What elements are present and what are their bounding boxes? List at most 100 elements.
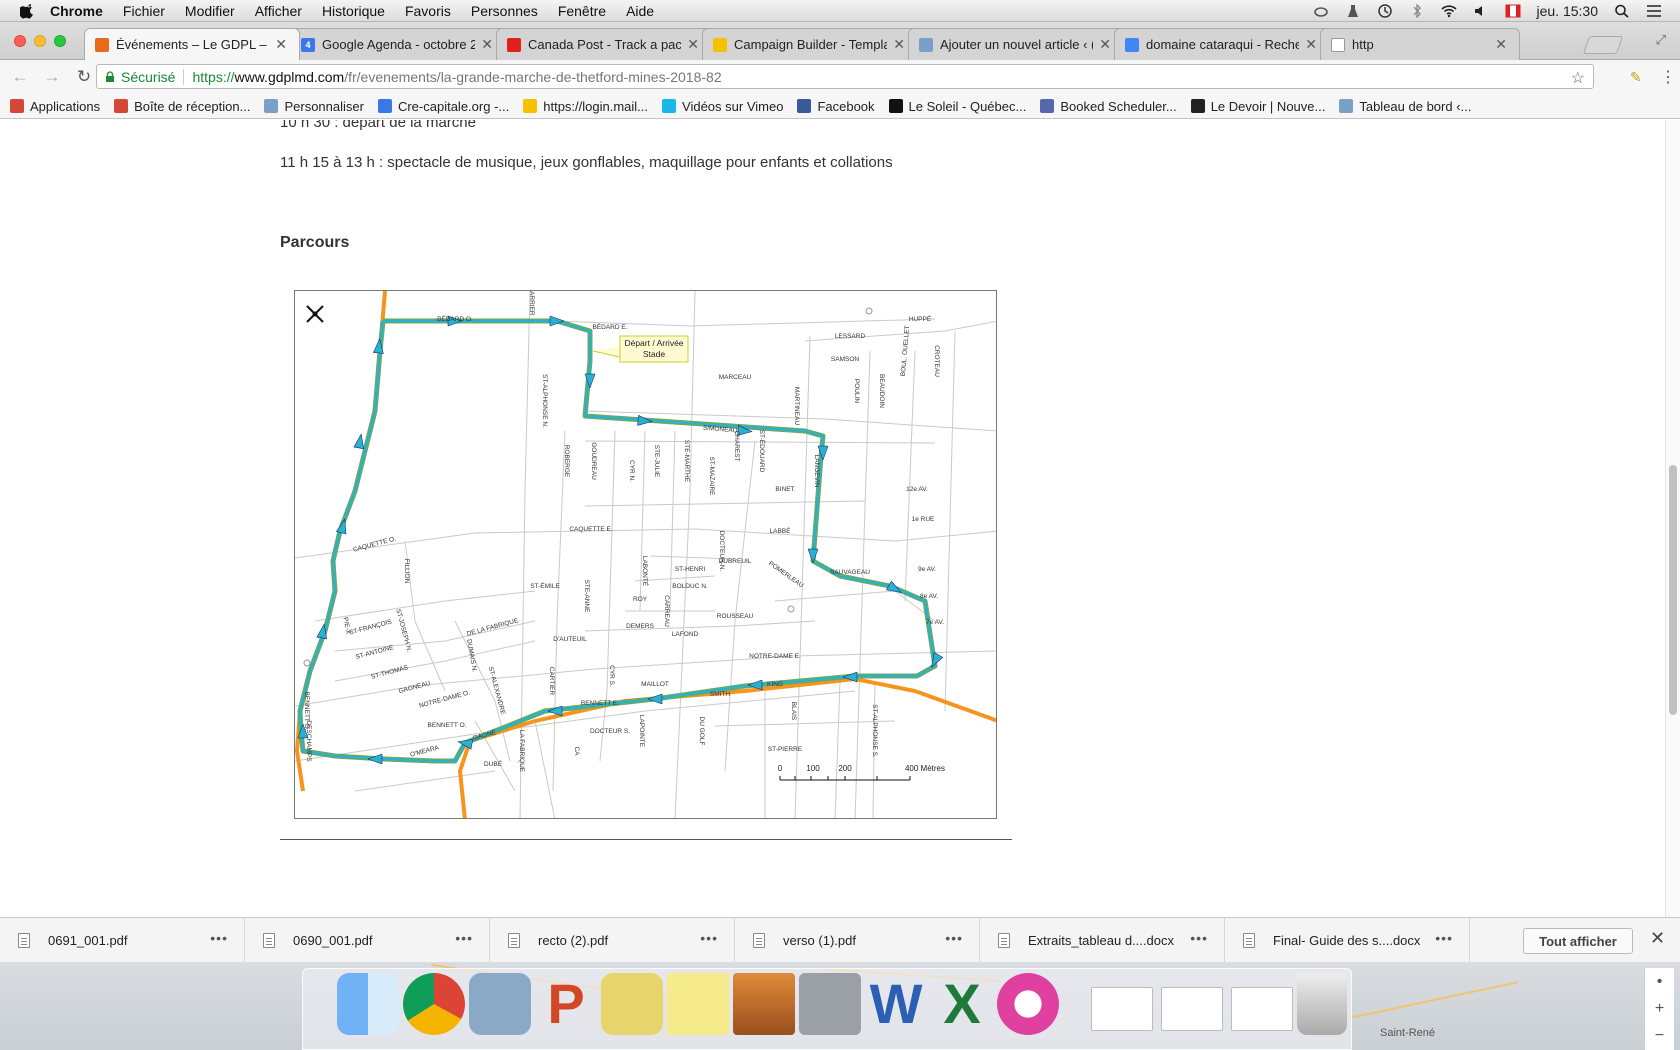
bookmark-item[interactable]: Boîte de réception...: [114, 99, 250, 114]
map-marker: [865, 307, 873, 315]
street-label: NOTRE-DAME E.: [749, 653, 801, 660]
tab-events[interactable]: Événements – Le GDPL – Pr ✕: [84, 28, 300, 60]
more-options-icon[interactable]: •••: [1190, 930, 1208, 946]
tab-close-icon[interactable]: ✕: [1495, 36, 1507, 53]
tab-close-icon[interactable]: ✕: [893, 36, 905, 53]
photos-icon[interactable]: [733, 973, 795, 1035]
download-item[interactable]: 0691_001.pdf •••: [0, 917, 245, 963]
word-icon[interactable]: W: [865, 973, 927, 1035]
tab-http[interactable]: http ✕: [1320, 28, 1520, 60]
tab-close-icon[interactable]: ✕: [687, 36, 699, 53]
finder-icon[interactable]: [337, 973, 399, 1035]
tab-campaign-builder[interactable]: Campaign Builder - Templa ✕: [702, 28, 918, 60]
back-arrow-icon[interactable]: ←: [8, 67, 32, 87]
zoom-out-button[interactable]: −: [1645, 1022, 1674, 1049]
download-item[interactable]: 0690_001.pdf •••: [245, 917, 490, 963]
tab-close-icon[interactable]: ✕: [1099, 36, 1111, 53]
download-item[interactable]: Extraits_tableau d....docx •••: [980, 917, 1225, 963]
window-zoom-button[interactable]: [54, 35, 66, 47]
trash-icon[interactable]: [1297, 973, 1347, 1035]
tab-close-icon[interactable]: ✕: [481, 36, 493, 53]
street-line: [334, 640, 536, 682]
bookmark-item[interactable]: https://login.mail...: [523, 99, 648, 114]
tab-close-icon[interactable]: ✕: [275, 36, 287, 53]
forward-arrow-icon[interactable]: →: [40, 67, 64, 87]
download-item[interactable]: recto (2).pdf •••: [490, 917, 735, 963]
stickies-icon[interactable]: [667, 973, 729, 1035]
calculator-icon[interactable]: [799, 973, 861, 1035]
tab-canada-post[interactable]: Canada Post - Track a pack ✕: [496, 28, 712, 60]
excel-icon[interactable]: X: [931, 973, 993, 1035]
file-icon: [1243, 932, 1255, 948]
more-options-icon[interactable]: •••: [455, 930, 473, 946]
apple-icon[interactable]: [20, 3, 36, 19]
powerpoint-icon[interactable]: P: [535, 973, 597, 1035]
menu-help[interactable]: Aide: [626, 3, 654, 19]
word-document-thumbnail-icon[interactable]: [1091, 987, 1153, 1031]
itunes-icon[interactable]: [997, 973, 1059, 1035]
tab-close-icon[interactable]: ✕: [1305, 36, 1317, 53]
bookmark-item[interactable]: Facebook: [797, 99, 875, 114]
chrome-menu-icon[interactable]: ⋮: [1660, 67, 1676, 87]
fullscreen-icon[interactable]: ⤢: [1656, 32, 1666, 48]
show-all-downloads-button[interactable]: Tout afficher: [1523, 928, 1633, 954]
download-item[interactable]: verso (1).pdf •••: [735, 917, 980, 963]
preview-icon[interactable]: [469, 973, 531, 1035]
bookmark-item[interactable]: Vidéos sur Vimeo: [662, 99, 783, 114]
menu-history[interactable]: Historique: [322, 3, 385, 19]
spotlight-search-icon[interactable]: [1614, 4, 1630, 18]
street-label: GAGNEAU: [398, 680, 432, 695]
tab-google-search[interactable]: domaine cataraqui - Reche ✕: [1114, 28, 1330, 60]
bookmark-star-icon[interactable]: ☆: [1571, 68, 1585, 88]
bluetooth-icon[interactable]: [1409, 3, 1425, 18]
street-label: BOUL. OUELLET: [900, 325, 911, 376]
creative-cloud-icon[interactable]: [1313, 4, 1329, 18]
close-shelf-icon[interactable]: ✕: [1650, 928, 1665, 949]
window-close-button[interactable]: [14, 35, 26, 47]
tab-new-article[interactable]: Ajouter un nouvel article ‹ ( ✕: [908, 28, 1124, 60]
menu-app-name[interactable]: Chrome: [50, 3, 103, 19]
bookmark-item[interactable]: Applications: [10, 99, 100, 114]
flask-app-icon[interactable]: [601, 973, 663, 1035]
word-document-thumbnail-icon[interactable]: [1161, 987, 1223, 1031]
menubar-clock[interactable]: jeu. 15:30: [1537, 3, 1599, 19]
new-tab-button[interactable]: [1582, 36, 1624, 54]
tab-google-calendar[interactable]: 4 Google Agenda - octobre 2 ✕: [290, 28, 506, 60]
extension-icon[interactable]: ✎: [1630, 69, 1642, 86]
menu-view[interactable]: Afficher: [255, 3, 302, 19]
time-machine-icon[interactable]: [1377, 3, 1393, 18]
input-flag-icon[interactable]: [1505, 4, 1521, 18]
omnibox-divider: [183, 68, 185, 85]
more-options-icon[interactable]: •••: [700, 930, 718, 946]
bookmark-item[interactable]: Le Soleil - Québec...: [888, 99, 1026, 114]
download-item[interactable]: Final- Guide des s....docx •••: [1225, 917, 1470, 963]
menu-file[interactable]: Fichier: [123, 3, 165, 19]
volume-icon[interactable]: [1473, 4, 1489, 18]
menu-people[interactable]: Personnes: [471, 3, 538, 19]
more-options-icon[interactable]: •••: [1435, 930, 1453, 946]
window-minimize-button[interactable]: [34, 35, 46, 47]
menu-bookmarks[interactable]: Favoris: [405, 3, 451, 19]
address-bar[interactable]: Sécurisé https:// www.gdplmd.com /fr/eve…: [96, 64, 1594, 89]
reload-icon[interactable]: ↻: [72, 67, 96, 87]
bookmark-item[interactable]: Cre-capitale.org -...: [377, 99, 509, 114]
location-icon[interactable]: •: [1645, 968, 1674, 995]
bookmark-item[interactable]: Booked Scheduler...: [1040, 99, 1177, 114]
wifi-icon[interactable]: [1440, 4, 1457, 18]
menu-window[interactable]: Fenêtre: [558, 3, 606, 19]
page-scrollbar[interactable]: [1665, 120, 1680, 917]
bookmark-item[interactable]: Personnaliser: [264, 99, 364, 114]
street-label: POULIN: [853, 379, 860, 404]
chrome-icon[interactable]: [403, 973, 465, 1035]
flask-icon[interactable]: [1345, 4, 1361, 18]
bookmark-item[interactable]: Tableau de bord ‹...: [1339, 99, 1471, 114]
notification-center-icon[interactable]: [1646, 4, 1662, 18]
zoom-in-button[interactable]: +: [1645, 995, 1674, 1022]
word-document-thumbnail-icon[interactable]: [1231, 987, 1293, 1031]
scrollbar-thumb[interactable]: [1669, 465, 1677, 715]
bookmark-item[interactable]: Le Devoir | Nouve...: [1190, 99, 1325, 114]
more-options-icon[interactable]: •••: [210, 930, 228, 946]
apps-grid-icon: [10, 99, 24, 113]
menu-edit[interactable]: Modifier: [185, 3, 235, 19]
more-options-icon[interactable]: •••: [945, 930, 963, 946]
